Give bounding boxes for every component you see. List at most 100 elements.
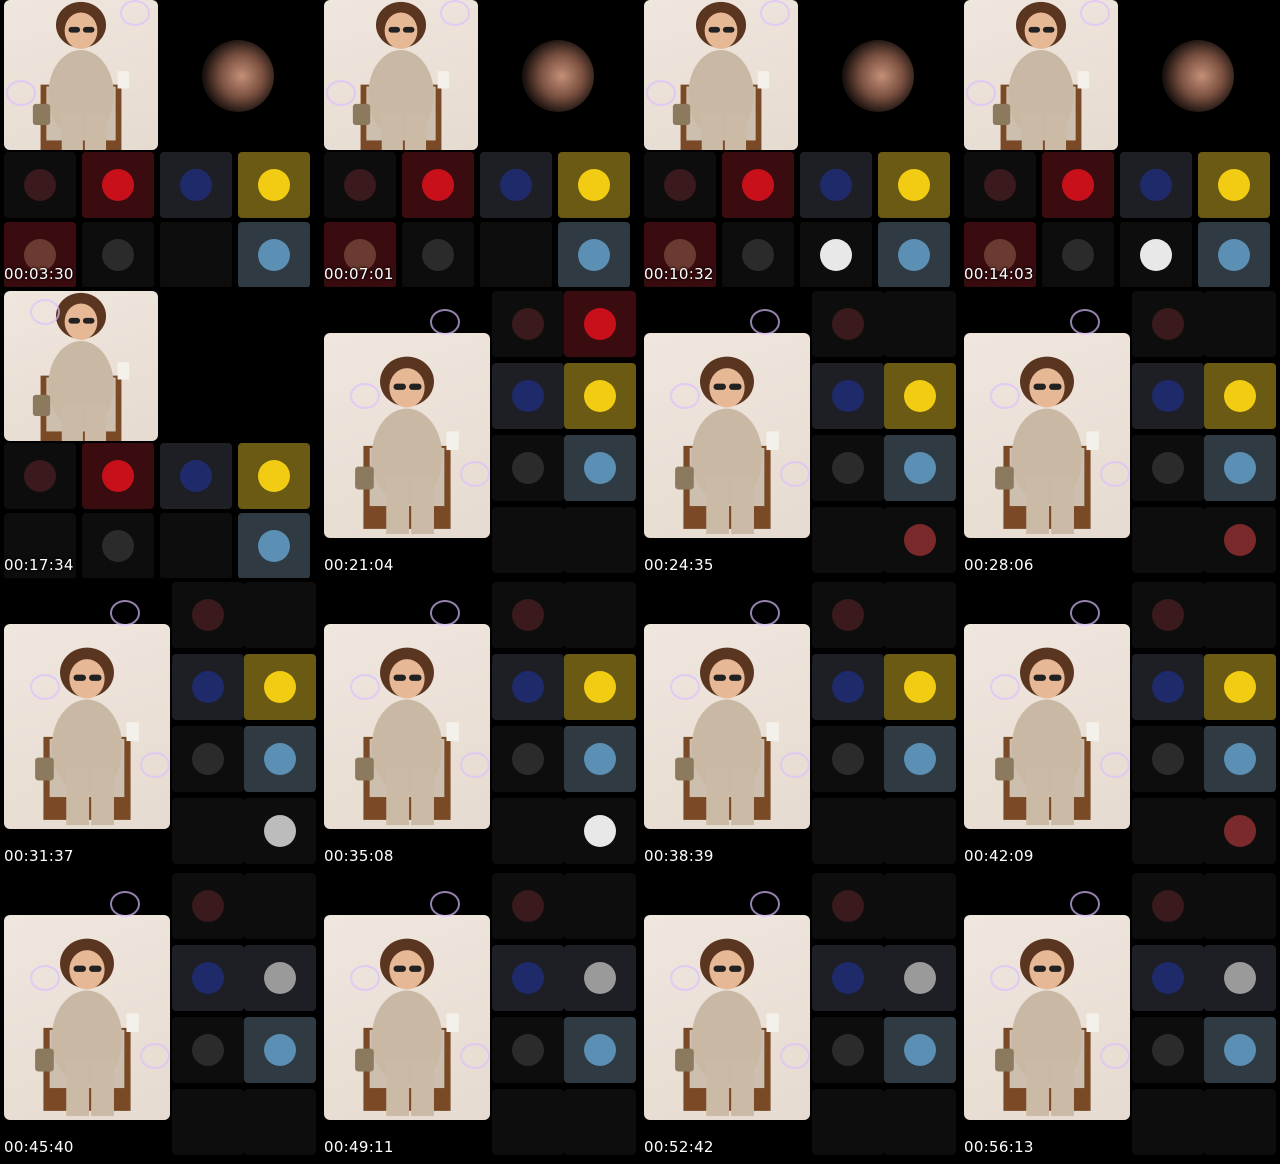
participant-tile[interactable]: [172, 1089, 244, 1155]
main-speaker-tile[interactable]: [4, 915, 170, 1120]
participant-tile[interactable]: [1132, 507, 1204, 573]
participant-tile[interactable]: [884, 507, 956, 573]
participant-tile[interactable]: [812, 654, 884, 720]
participant-tile[interactable]: [160, 222, 232, 287]
participant-tile[interactable]: [644, 152, 716, 218]
participant-tile[interactable]: [564, 1089, 636, 1155]
participant-tile[interactable]: [1204, 654, 1276, 720]
participant-tile[interactable]: [1132, 726, 1204, 792]
participant-tile[interactable]: [480, 152, 552, 218]
participant-tile[interactable]: [492, 873, 564, 939]
participant-tile[interactable]: [402, 222, 474, 287]
participant-tile[interactable]: [1132, 945, 1204, 1011]
participant-tile[interactable]: [884, 873, 956, 939]
participant-tile[interactable]: [172, 582, 244, 648]
participant-tile[interactable]: [812, 1089, 884, 1155]
participant-tile[interactable]: [964, 152, 1036, 218]
participant-tile[interactable]: [82, 443, 154, 509]
participant-tile[interactable]: [244, 945, 316, 1011]
main-speaker-tile[interactable]: [4, 624, 170, 829]
main-speaker-tile[interactable]: [964, 915, 1130, 1120]
participant-tile[interactable]: [82, 152, 154, 218]
participant-tile[interactable]: [492, 726, 564, 792]
participant-tile[interactable]: [722, 222, 794, 287]
participant-avatar-large[interactable]: [522, 40, 594, 112]
participant-tile[interactable]: [244, 726, 316, 792]
participant-tile[interactable]: [722, 152, 794, 218]
participant-tile[interactable]: [172, 726, 244, 792]
participant-tile[interactable]: [1132, 798, 1204, 864]
participant-tile[interactable]: [1204, 363, 1276, 429]
participant-tile[interactable]: [492, 1089, 564, 1155]
main-speaker-tile[interactable]: [644, 333, 810, 538]
participant-tile[interactable]: [878, 152, 950, 218]
participant-tile[interactable]: [492, 507, 564, 573]
participant-tile[interactable]: [244, 1089, 316, 1155]
participant-tile[interactable]: [812, 1017, 884, 1083]
participant-tile[interactable]: [244, 873, 316, 939]
participant-tile[interactable]: [172, 1017, 244, 1083]
participant-tile[interactable]: [1042, 152, 1114, 218]
participant-tile[interactable]: [812, 435, 884, 501]
participant-tile[interactable]: [160, 152, 232, 218]
participant-tile[interactable]: [480, 222, 552, 287]
main-speaker-tile[interactable]: [4, 291, 158, 441]
participant-tile[interactable]: [564, 435, 636, 501]
participant-tile[interactable]: [4, 152, 76, 218]
participant-tile[interactable]: [160, 513, 232, 578]
participant-tile[interactable]: [238, 152, 310, 218]
participant-tile[interactable]: [160, 443, 232, 509]
participant-tile[interactable]: [884, 291, 956, 357]
participant-tile[interactable]: [1132, 435, 1204, 501]
participant-tile[interactable]: [884, 435, 956, 501]
main-speaker-tile[interactable]: [324, 333, 490, 538]
participant-tile[interactable]: [812, 507, 884, 573]
participant-tile[interactable]: [238, 513, 310, 578]
participant-tile[interactable]: [238, 222, 310, 287]
participant-tile[interactable]: [1204, 1017, 1276, 1083]
participant-tile[interactable]: [564, 945, 636, 1011]
participant-tile[interactable]: [558, 152, 630, 218]
participant-avatar-large[interactable]: [1162, 40, 1234, 112]
participant-tile[interactable]: [1198, 222, 1270, 287]
participant-tile[interactable]: [1204, 507, 1276, 573]
participant-tile[interactable]: [884, 1089, 956, 1155]
participant-avatar-large[interactable]: [842, 40, 914, 112]
participant-tile[interactable]: [492, 582, 564, 648]
participant-tile[interactable]: [564, 654, 636, 720]
participant-tile[interactable]: [812, 291, 884, 357]
participant-tile[interactable]: [564, 582, 636, 648]
participant-avatar-large[interactable]: [202, 40, 274, 112]
participant-tile[interactable]: [492, 363, 564, 429]
participant-tile[interactable]: [812, 726, 884, 792]
participant-tile[interactable]: [812, 582, 884, 648]
participant-tile[interactable]: [1042, 222, 1114, 287]
participant-tile[interactable]: [1132, 582, 1204, 648]
participant-tile[interactable]: [172, 654, 244, 720]
participant-tile[interactable]: [884, 1017, 956, 1083]
participant-tile[interactable]: [1204, 435, 1276, 501]
participant-tile[interactable]: [1204, 798, 1276, 864]
participant-tile[interactable]: [564, 798, 636, 864]
participant-tile[interactable]: [800, 152, 872, 218]
participant-tile[interactable]: [1204, 582, 1276, 648]
participant-tile[interactable]: [884, 726, 956, 792]
participant-tile[interactable]: [172, 873, 244, 939]
participant-tile[interactable]: [1204, 873, 1276, 939]
participant-tile[interactable]: [492, 798, 564, 864]
main-speaker-tile[interactable]: [644, 915, 810, 1120]
participant-tile[interactable]: [884, 945, 956, 1011]
participant-tile[interactable]: [564, 291, 636, 357]
participant-tile[interactable]: [812, 945, 884, 1011]
participant-tile[interactable]: [564, 507, 636, 573]
participant-tile[interactable]: [812, 363, 884, 429]
participant-tile[interactable]: [564, 873, 636, 939]
participant-tile[interactable]: [244, 654, 316, 720]
participant-tile[interactable]: [172, 798, 244, 864]
participant-tile[interactable]: [82, 222, 154, 287]
main-speaker-tile[interactable]: [964, 333, 1130, 538]
main-speaker-tile[interactable]: [964, 624, 1130, 829]
participant-tile[interactable]: [1204, 1089, 1276, 1155]
participant-tile[interactable]: [1132, 654, 1204, 720]
participant-tile[interactable]: [1204, 945, 1276, 1011]
